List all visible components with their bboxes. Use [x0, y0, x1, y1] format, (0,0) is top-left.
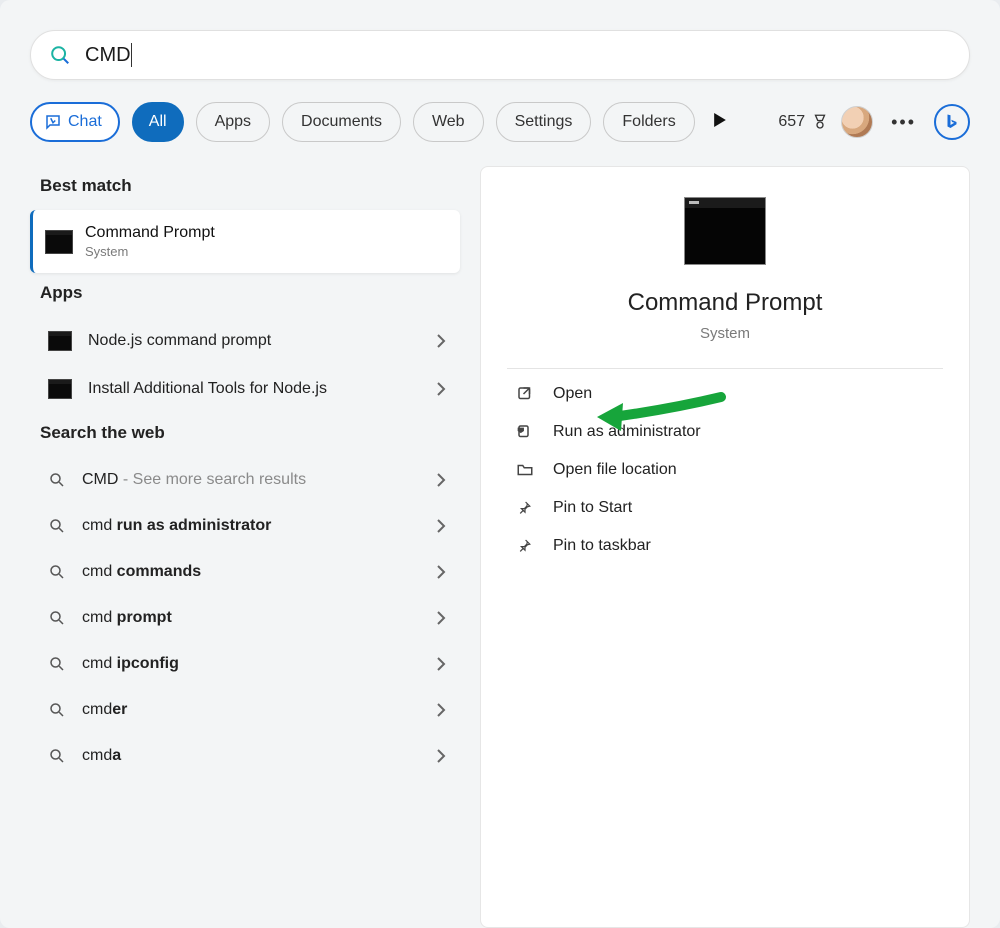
chevron-right-icon [436, 382, 446, 396]
bing-button[interactable] [934, 104, 970, 140]
search-icon [48, 471, 66, 489]
search-bar[interactable]: CMD [30, 30, 970, 80]
search-icon [48, 563, 66, 581]
open-icon [515, 385, 535, 403]
folder-icon [515, 461, 535, 479]
rewards-points: 657 [778, 113, 805, 131]
preview-pane: Command Prompt System Open Run a [480, 166, 970, 928]
action-open-location[interactable]: Open file location [507, 451, 943, 489]
search-icon [48, 517, 66, 535]
filter-label: Folders [622, 113, 675, 131]
web-result[interactable]: cmd ipconfig [30, 641, 460, 687]
best-match-result[interactable]: Command Prompt System [30, 210, 460, 273]
filter-label: Settings [515, 113, 573, 131]
web-result-label: cmd prompt [82, 609, 420, 627]
search-icon [48, 747, 66, 765]
filter-web[interactable]: Web [413, 102, 484, 142]
search-icon [48, 655, 66, 673]
action-pin-taskbar[interactable]: Pin to taskbar [507, 527, 943, 565]
divider [507, 368, 943, 369]
web-result-label: cmd ipconfig [82, 655, 420, 673]
chevron-right-icon [436, 611, 446, 625]
apps-heading: Apps [40, 283, 460, 303]
chevron-right-icon [436, 749, 446, 763]
filter-all[interactable]: All [132, 102, 184, 142]
web-result-label: cmd commands [82, 563, 420, 581]
search-icon [48, 701, 66, 719]
bing-icon [943, 113, 961, 131]
web-result-label: cmda [82, 747, 420, 765]
search-icon [48, 609, 66, 627]
pin-icon [515, 537, 535, 555]
chat-pill[interactable]: Chat [30, 102, 120, 142]
filter-folders[interactable]: Folders [603, 102, 694, 142]
filter-settings[interactable]: Settings [496, 102, 592, 142]
search-input[interactable]: CMD [85, 44, 131, 67]
app-result-label: Install Additional Tools for Node.js [88, 380, 420, 398]
filter-apps[interactable]: Apps [196, 102, 270, 142]
preview-subtitle: System [507, 325, 943, 342]
web-result[interactable]: cmd run as administrator [30, 503, 460, 549]
filter-label: Documents [301, 113, 382, 131]
chevron-right-icon [436, 657, 446, 671]
filter-label: Web [432, 113, 465, 131]
web-result[interactable]: cmda [30, 733, 460, 779]
chevron-right-icon [436, 565, 446, 579]
filter-row: Chat All Apps Documents Web Settings Fol… [30, 102, 970, 142]
action-run-admin[interactable]: Run as administrator [507, 413, 943, 451]
chevron-right-icon [436, 519, 446, 533]
filter-label: Apps [215, 113, 251, 131]
results-column: Best match Command Prompt System Apps No… [30, 166, 460, 928]
chat-pill-label: Chat [68, 113, 102, 131]
web-result-label: cmd run as administrator [82, 517, 420, 535]
app-result[interactable]: Node.js command prompt [30, 317, 460, 365]
chevron-right-icon [436, 703, 446, 717]
action-label: Open [553, 385, 592, 403]
cmd-icon [48, 379, 72, 399]
filter-all-label: All [149, 113, 167, 131]
bing-chat-icon [44, 113, 62, 131]
action-open[interactable]: Open [507, 375, 943, 413]
pin-icon [515, 499, 535, 517]
app-result[interactable]: Install Additional Tools for Node.js [30, 365, 460, 413]
app-result-label: Node.js command prompt [88, 332, 420, 350]
web-result[interactable]: cmd commands [30, 549, 460, 595]
filter-documents[interactable]: Documents [282, 102, 401, 142]
more-menu-icon[interactable]: ••• [885, 108, 922, 137]
action-label: Pin to Start [553, 499, 632, 517]
overflow-next-icon[interactable] [707, 113, 733, 132]
action-pin-start[interactable]: Pin to Start [507, 489, 943, 527]
web-result[interactable]: cmder [30, 687, 460, 733]
text-caret [131, 43, 132, 67]
web-result-label: CMD - See more search results [82, 471, 420, 489]
web-result-label: cmder [82, 701, 420, 719]
best-match-subtitle: System [85, 244, 215, 259]
action-label: Run as administrator [553, 423, 701, 441]
rewards-medal-icon [811, 113, 829, 131]
shield-icon [515, 423, 535, 441]
app-large-icon [684, 197, 766, 265]
rewards-counter[interactable]: 657 [778, 113, 829, 131]
avatar[interactable] [841, 106, 873, 138]
cmd-icon [48, 331, 72, 351]
cmd-icon [45, 230, 73, 254]
preview-title: Command Prompt [507, 289, 943, 317]
chevron-right-icon [436, 334, 446, 348]
web-result[interactable]: CMD - See more search results [30, 457, 460, 503]
search-web-heading: Search the web [40, 423, 460, 443]
action-label: Open file location [553, 461, 677, 479]
action-label: Pin to taskbar [553, 537, 651, 555]
best-match-title: Command Prompt [85, 224, 215, 242]
search-icon [49, 44, 71, 66]
web-result[interactable]: cmd prompt [30, 595, 460, 641]
best-match-heading: Best match [40, 176, 460, 196]
chevron-right-icon [436, 473, 446, 487]
